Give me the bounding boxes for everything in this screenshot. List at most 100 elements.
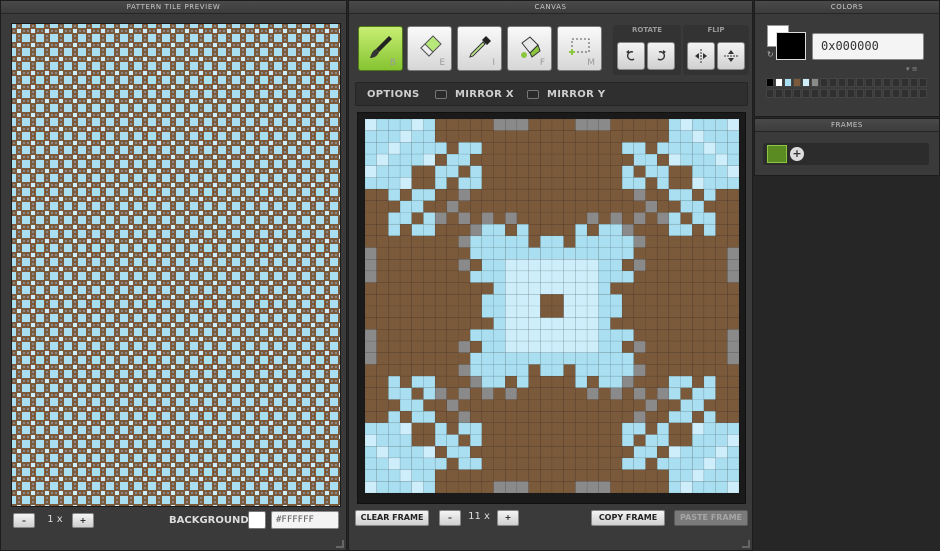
canvas-pixel[interactable] <box>516 317 529 330</box>
canvas-pixel[interactable] <box>434 305 448 318</box>
color-swatch[interactable] <box>766 89 774 98</box>
canvas-pixel[interactable] <box>540 457 553 470</box>
canvas-pixel[interactable] <box>563 410 576 424</box>
canvas-pixel[interactable] <box>680 481 693 493</box>
canvas-pixel[interactable] <box>551 188 564 202</box>
canvas-pixel[interactable] <box>621 153 635 166</box>
canvas-pixel[interactable] <box>575 247 588 260</box>
canvas-pixel[interactable] <box>399 130 412 143</box>
canvas-pixel[interactable] <box>656 223 670 237</box>
canvas-pixel[interactable] <box>610 446 623 459</box>
canvas-pixel[interactable] <box>598 270 611 283</box>
color-swatch[interactable] <box>838 78 846 87</box>
canvas-pixel[interactable] <box>715 434 728 447</box>
canvas-pixel[interactable] <box>633 340 646 353</box>
canvas-pixel[interactable] <box>423 399 436 412</box>
canvas-pixel[interactable] <box>680 434 693 447</box>
canvas-pixel[interactable] <box>399 329 412 342</box>
canvas-pixel[interactable] <box>621 375 635 389</box>
canvas-pixel[interactable] <box>388 165 401 178</box>
canvas-pixel[interactable] <box>656 399 670 412</box>
canvas-pixel[interactable] <box>668 387 681 400</box>
canvas-pixel[interactable] <box>680 387 693 400</box>
color-swatch[interactable] <box>919 89 927 98</box>
canvas-pixel[interactable] <box>727 364 739 377</box>
color-swatch[interactable] <box>883 89 891 98</box>
canvas-pixel[interactable] <box>365 142 377 155</box>
canvas-pixel[interactable] <box>528 247 541 260</box>
canvas-pixel[interactable] <box>656 387 670 400</box>
canvas-pixel[interactable] <box>528 294 541 307</box>
canvas-pixel[interactable] <box>540 142 553 155</box>
canvas-pixel[interactable] <box>668 270 681 283</box>
canvas-pixel[interactable] <box>458 457 471 470</box>
canvas-pixel[interactable] <box>481 317 494 330</box>
canvas-pixel[interactable] <box>411 434 424 447</box>
canvas-pixel[interactable] <box>551 177 564 190</box>
canvas-pixel[interactable] <box>423 235 436 248</box>
canvas-pixel[interactable] <box>680 317 693 330</box>
canvas-pixel[interactable] <box>505 399 518 412</box>
canvas-pixel[interactable] <box>481 235 494 248</box>
canvas-pixel[interactable] <box>376 270 389 283</box>
canvas-pixel[interactable] <box>528 340 541 353</box>
canvas-pixel[interactable] <box>365 282 377 295</box>
canvas-pixel[interactable] <box>563 282 576 295</box>
canvas-pixel[interactable] <box>411 469 424 482</box>
preview-zoom-in-button[interactable]: + <box>72 513 94 528</box>
canvas-pixel[interactable] <box>469 422 483 435</box>
canvas-pixel[interactable] <box>434 235 448 248</box>
canvas-pixel[interactable] <box>505 446 518 459</box>
copy-frame-button[interactable]: COPY FRAME <box>591 510 665 526</box>
canvas-pixel[interactable] <box>434 130 448 143</box>
canvas-pixel[interactable] <box>551 481 564 493</box>
canvas-pixel[interactable] <box>540 410 553 424</box>
canvas-pixel[interactable] <box>493 235 506 248</box>
canvas-pixel[interactable] <box>399 446 412 459</box>
canvas-pixel[interactable] <box>575 317 588 330</box>
canvas-pixel[interactable] <box>505 434 518 447</box>
canvas-pixel[interactable] <box>481 457 494 470</box>
canvas-pixel[interactable] <box>411 247 424 260</box>
canvas-pixel[interactable] <box>516 410 529 424</box>
canvas-pixel[interactable] <box>399 177 412 190</box>
canvas-pixel[interactable] <box>563 375 576 389</box>
canvas-pixel[interactable] <box>727 200 739 213</box>
canvas-pixel[interactable] <box>586 387 599 400</box>
canvas-pixel[interactable] <box>703 188 716 202</box>
frame-thumbnail[interactable] <box>767 145 787 163</box>
canvas-pixel[interactable] <box>727 247 739 260</box>
canvas-pixel[interactable] <box>575 130 588 143</box>
canvas-pixel[interactable] <box>423 317 436 330</box>
canvas-pixel[interactable] <box>610 247 623 260</box>
canvas-pixel[interactable] <box>668 235 681 248</box>
canvas-pixel[interactable] <box>528 119 541 131</box>
canvas-pixel[interactable] <box>493 270 506 283</box>
canvas-pixel[interactable] <box>598 212 611 225</box>
canvas-pixel[interactable] <box>493 446 506 459</box>
canvas-pixel[interactable] <box>493 422 506 435</box>
canvas-pixel[interactable] <box>727 223 739 237</box>
canvas-pixel[interactable] <box>610 457 623 470</box>
canvas-pixel[interactable] <box>633 270 646 283</box>
canvas-pixel[interactable] <box>668 119 681 131</box>
canvas-pixel[interactable] <box>516 469 529 482</box>
canvas-pixel[interactable] <box>680 223 693 237</box>
canvas-pixel[interactable] <box>598 469 611 482</box>
canvas-pixel[interactable] <box>668 422 681 435</box>
canvas-pixel[interactable] <box>493 223 506 237</box>
canvas-pixel[interactable] <box>446 200 459 213</box>
canvas-pixel[interactable] <box>423 223 436 237</box>
canvas-pixel[interactable] <box>446 177 459 190</box>
canvas-pixel[interactable] <box>680 352 693 365</box>
canvas-pixel[interactable] <box>469 352 483 365</box>
canvas-pixel[interactable] <box>598 481 611 493</box>
canvas-pixel[interactable] <box>365 481 377 493</box>
canvas-pixel[interactable] <box>376 364 389 377</box>
canvas-pixel[interactable] <box>411 294 424 307</box>
canvas-pixel[interactable] <box>540 446 553 459</box>
canvas-pixel[interactable] <box>469 282 483 295</box>
canvas-pixel[interactable] <box>434 153 448 166</box>
canvas-pixel[interactable] <box>516 130 529 143</box>
canvas-pixel[interactable] <box>575 294 588 307</box>
